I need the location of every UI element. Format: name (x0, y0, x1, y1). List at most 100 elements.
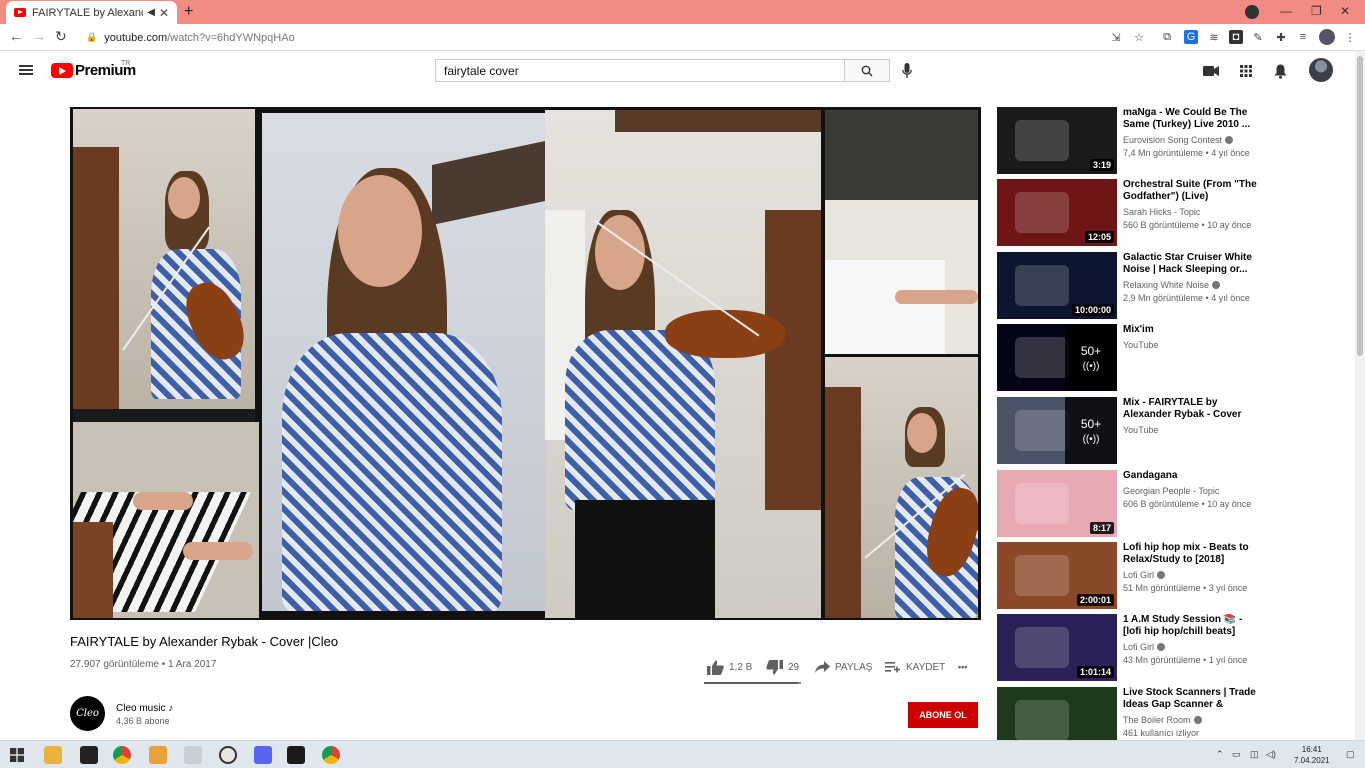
hamburger-menu-icon[interactable] (19, 65, 33, 75)
app-icon[interactable] (184, 746, 202, 764)
recommendation-thumbnail[interactable]: 8:17 (997, 470, 1117, 537)
channel-name[interactable]: Cleo music ♪ (116, 703, 173, 714)
user-avatar[interactable] (1309, 58, 1333, 82)
extension-icon[interactable]: ◘ (1229, 30, 1243, 44)
terminal-icon[interactable] (287, 746, 305, 764)
close-window-button[interactable]: ✕ (1340, 4, 1350, 18)
subscribe-button[interactable]: ABONE OL (908, 702, 978, 728)
recommendation-channel[interactable]: Lofi Girl (1123, 570, 1166, 580)
profile-avatar[interactable] (1319, 29, 1335, 45)
notifications-bell-icon[interactable] (1272, 63, 1288, 79)
chrome-icon[interactable] (113, 746, 131, 764)
more-actions-button[interactable]: ••• (958, 659, 967, 675)
url-bar[interactable]: 🔒 youtube.com/watch?v=6hdYWNpqHAo (78, 27, 1128, 48)
recommendation-title[interactable]: 1 A.M Study Session 📚 - [lofi hip hop/ch… (1123, 614, 1261, 638)
dislike-button[interactable]: 29 (766, 659, 799, 675)
clock-time: 16:41 (1301, 745, 1322, 754)
close-tab-icon[interactable]: ✕ (159, 6, 169, 20)
recommendation-item[interactable]: 2:00:01 Lofi hip hop mix - Beats to Relax… (997, 542, 1262, 610)
recommendation-title[interactable]: Orchestral Suite (From "The Godfather") … (1123, 179, 1261, 203)
browser-menu-icon[interactable] (1245, 5, 1259, 19)
extension-icon[interactable]: ✎ (1251, 30, 1265, 44)
recommendation-item[interactable]: 50+ ((•)) Mix - FAIRYTALE by Alexander Ryb… (997, 397, 1262, 465)
install-icon[interactable]: ⇲ (1109, 30, 1123, 44)
terminal-icon[interactable] (80, 746, 98, 764)
notifications-icon[interactable]: ▢ (1346, 749, 1355, 760)
back-icon[interactable]: ← (9, 28, 23, 44)
recommendation-channel[interactable]: YouTube (1123, 340, 1158, 350)
windows-start-icon[interactable] (10, 746, 28, 764)
minimize-button[interactable]: — (1280, 4, 1292, 18)
clock[interactable]: 16:41 7.04.2021 (1294, 744, 1330, 766)
recommendation-channel[interactable]: Sarah Hicks - Topic (1123, 207, 1200, 217)
battery-icon[interactable]: ▭ (1232, 749, 1241, 760)
video-duration: 10:00:00 (1071, 304, 1114, 316)
recommendation-item[interactable]: 3:19 maNga - We Could Be The Same (Turkey… (997, 107, 1262, 175)
mix-count: 50+ (1080, 343, 1102, 358)
recommendation-channel[interactable]: Lofi Girl (1123, 642, 1166, 652)
youtube-logo-icon[interactable] (51, 63, 73, 78)
recommendation-views: 7,4 Mn görüntüleme • 4 yıl önce (1123, 148, 1250, 158)
browser-tab[interactable]: FAIRYTALE by Alexander Ryb ◀ ✕ (6, 1, 177, 24)
recommendation-thumbnail[interactable]: 10:00:00 (997, 252, 1117, 319)
search-button[interactable] (845, 59, 890, 82)
recommendation-channel[interactable]: Georgian People - Topic (1123, 486, 1219, 496)
recommendation-item[interactable]: 50+ ((•)) Mix'im YouTube (997, 324, 1262, 392)
recommendation-channel[interactable]: Eurovision Song Contest (1123, 135, 1234, 145)
reload-icon[interactable]: ↻ (55, 28, 67, 45)
app-icon[interactable] (219, 746, 237, 764)
kebab-menu-icon[interactable]: ⋮ (1343, 30, 1357, 44)
microphone-icon[interactable] (900, 62, 914, 80)
recommendation-title[interactable]: Mix'im (1123, 324, 1261, 336)
apps-grid-icon[interactable] (1238, 63, 1254, 79)
sublime-icon[interactable] (149, 746, 167, 764)
search-input[interactable] (435, 59, 845, 82)
recommendation-title[interactable]: Lofi hip hop mix - Beats to Relax/Study … (1123, 542, 1261, 566)
page-scrollbar[interactable] (1355, 51, 1365, 740)
video-player[interactable] (70, 107, 981, 620)
extension-icon[interactable]: ≋ (1207, 30, 1221, 44)
discord-icon[interactable] (254, 746, 272, 764)
translate-extension-icon[interactable]: G (1184, 30, 1198, 44)
network-icon[interactable]: ◫ (1250, 749, 1259, 760)
maximize-button[interactable]: ❐ (1311, 4, 1322, 18)
volume-icon[interactable]: ◁) (1266, 749, 1276, 760)
recommendation-thumbnail[interactable]: 50+ ((•)) (997, 324, 1117, 391)
video-panel-top-right (825, 110, 978, 354)
tray-chevron-icon[interactable]: ⌃ (1216, 749, 1224, 760)
recommendation-item[interactable]: 10:00:00 Galactic Star Cruiser White Nois… (997, 252, 1262, 320)
share-button[interactable]: PAYLAŞ (815, 659, 872, 675)
speaker-icon[interactable]: ◀ (147, 7, 155, 18)
recommendation-thumbnail[interactable]: 12:05 (997, 179, 1117, 246)
save-button[interactable]: KAYDET (885, 659, 945, 675)
file-explorer-icon[interactable] (44, 746, 62, 764)
scrollbar-thumb[interactable] (1357, 56, 1363, 356)
new-tab-button[interactable]: + (184, 3, 193, 21)
recommendation-channel[interactable]: The Boiler Room (1123, 715, 1202, 725)
bookmark-star-icon[interactable]: ☆ (1132, 30, 1146, 44)
video-meta: 27.907 görüntüleme • 1 Ara 2017 (70, 659, 217, 670)
recommendation-thumbnail[interactable]: 2:00:01 (997, 542, 1117, 609)
chrome-icon[interactable] (322, 746, 340, 764)
channel-avatar[interactable]: Cleo (70, 696, 105, 731)
reading-list-icon[interactable]: ≡ (1296, 30, 1310, 44)
extension-icon[interactable]: ⧉ (1160, 30, 1174, 44)
recommendation-title[interactable]: Live Stock Scanners | Trade Ideas Gap Sc… (1123, 687, 1261, 711)
recommendation-channel[interactable]: Relaxing White Noise (1123, 280, 1221, 290)
recommendation-title[interactable]: Gandagana (1123, 470, 1261, 482)
recommendation-thumbnail[interactable]: 50+ ((•)) (997, 397, 1117, 464)
puzzle-icon[interactable]: ✚ (1274, 30, 1288, 44)
recommendation-item[interactable]: 12:05 Orchestral Suite (From "The Godfath… (997, 179, 1262, 247)
create-video-icon[interactable] (1203, 63, 1219, 79)
like-button[interactable]: 1,2 B (707, 659, 752, 675)
recommendation-title[interactable]: Mix - FAIRYTALE by Alexander Rybak - Cov… (1123, 397, 1261, 421)
recommendation-item[interactable]: 1:01:14 1 A.M Study Session 📚 - [lofi hip… (997, 614, 1262, 682)
recommendation-item[interactable]: 8:17 Gandagana Georgian People - Topic 606 … (997, 470, 1262, 538)
share-label: PAYLAŞ (835, 661, 873, 673)
recommendation-channel[interactable]: YouTube (1123, 425, 1158, 435)
forward-icon[interactable]: → (32, 28, 46, 44)
recommendation-title[interactable]: Galactic Star Cruiser White Noise | Hack… (1123, 252, 1261, 276)
recommendation-title[interactable]: maNga - We Could Be The Same (Turkey) Li… (1123, 107, 1261, 131)
recommendation-thumbnail[interactable]: 3:19 (997, 107, 1117, 174)
recommendation-thumbnail[interactable]: 1:01:14 (997, 614, 1117, 681)
